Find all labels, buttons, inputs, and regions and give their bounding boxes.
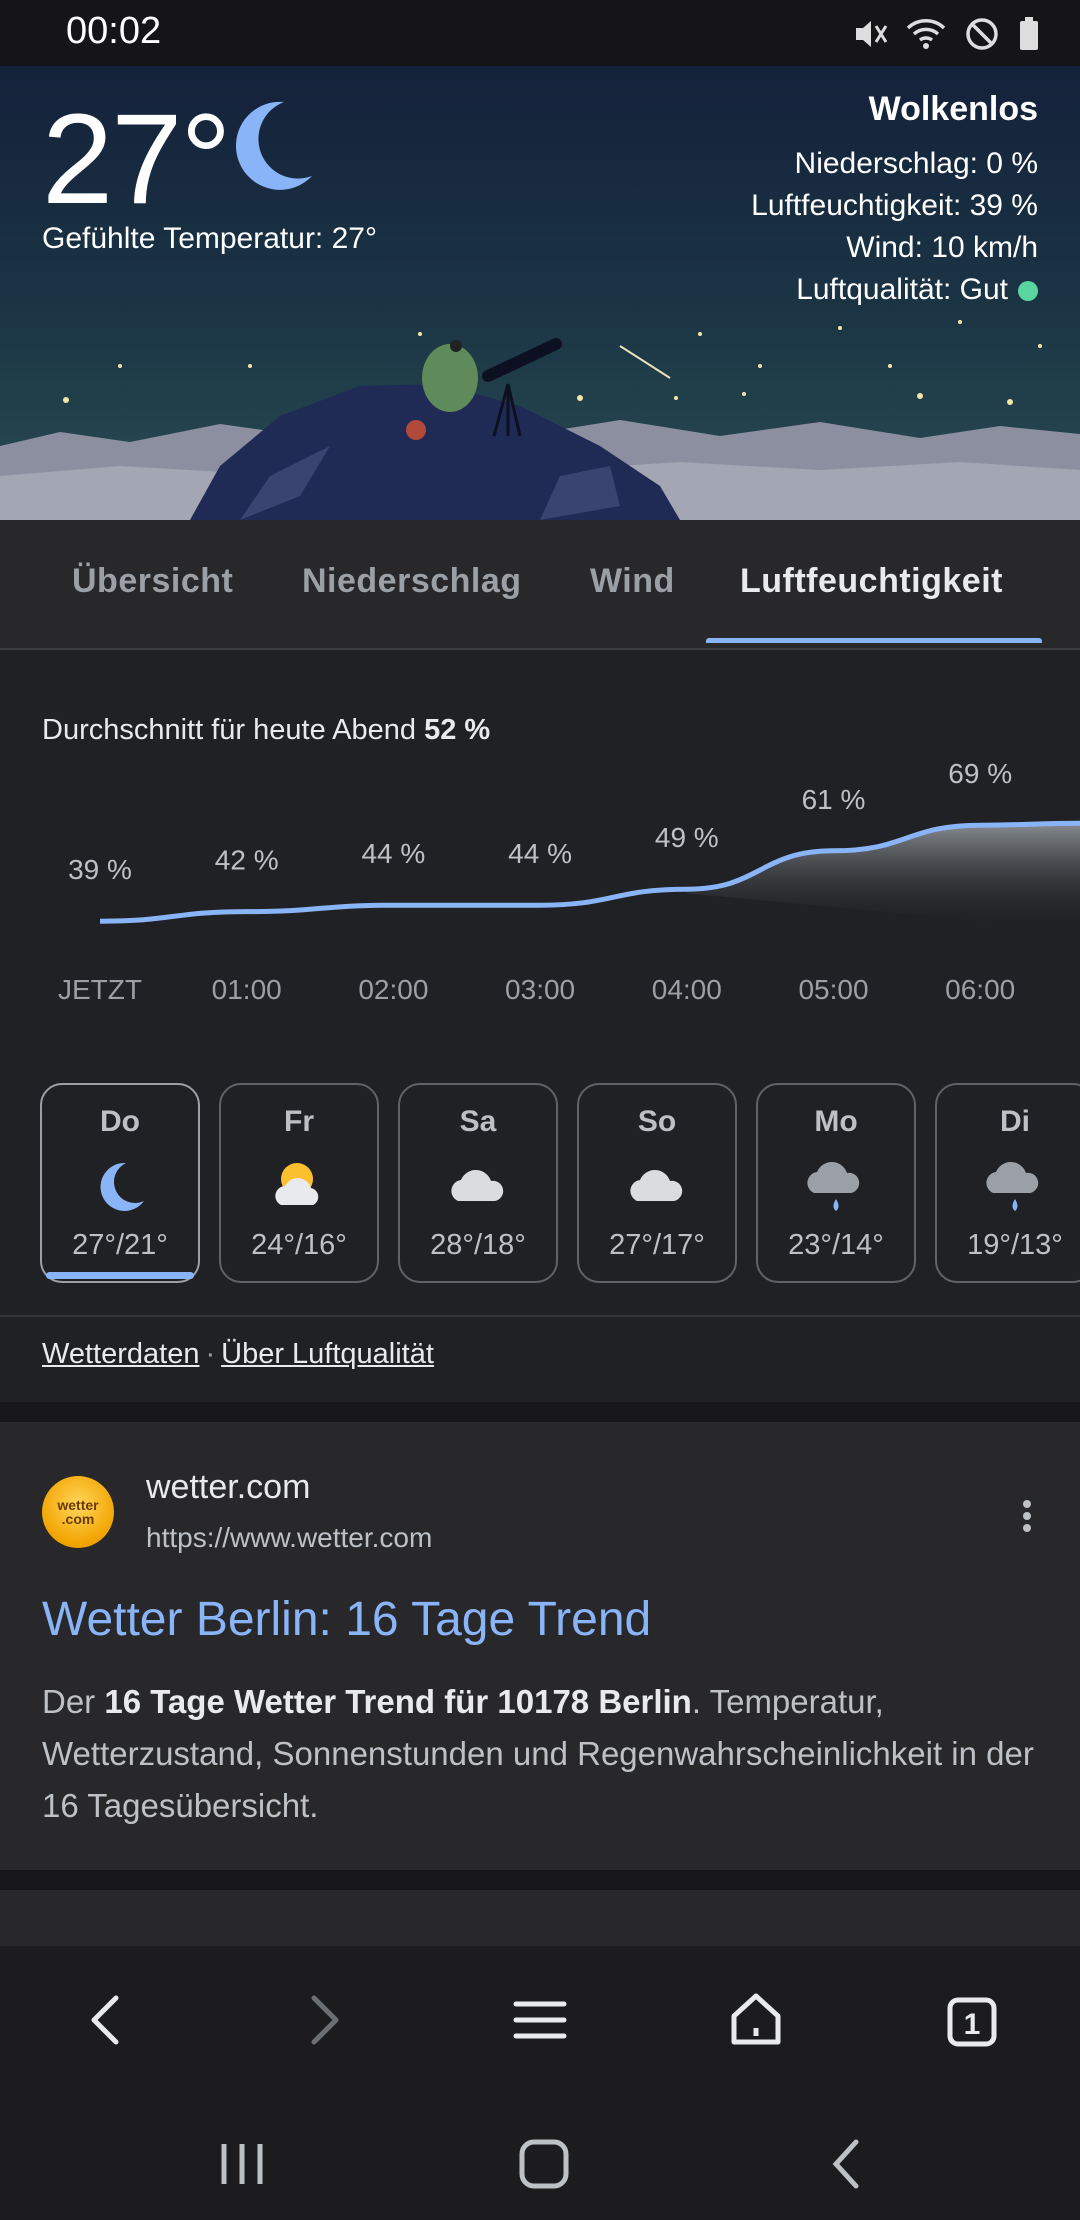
search-result: wetter .com wetter.com https://www.wette… [0, 1422, 1080, 1870]
status-bar: 00:02 [0, 0, 1080, 66]
humidity-value-label: 44 % [508, 838, 572, 869]
more-options-icon[interactable] [1012, 1496, 1042, 1536]
humidity-value-label: 69 % [948, 758, 1012, 789]
hour-label: 03:00 [505, 974, 575, 1005]
link-separator: · [205, 1338, 216, 1370]
cloud-icon [446, 1155, 510, 1215]
divider [0, 1315, 1080, 1317]
wind-value: Wind: 10 km/h [846, 231, 1038, 264]
feels-like: Gefühlte Temperatur: 27° [42, 222, 377, 255]
day-temperatures: 27°/21° [72, 1229, 168, 1261]
day-temperatures: 28°/18° [430, 1229, 526, 1261]
rain-cloud-icon [804, 1155, 868, 1215]
site-name[interactable]: wetter.com [146, 1468, 310, 1507]
day-name: Fr [284, 1105, 314, 1138]
back-icon[interactable] [76, 1988, 140, 2052]
humidity-average: Durchschnitt für heute Abend 52 % [42, 714, 490, 747]
weather-links: Wetterdaten · Über Luftqualität [42, 1338, 434, 1371]
day-card-di[interactable]: Di 19°/13° [935, 1083, 1080, 1283]
sun-cloud-icon [267, 1155, 331, 1215]
day-temperatures: 27°/17° [609, 1229, 705, 1261]
snippet-bold: 16 Tage Wetter Trend für 10178 Berlin [104, 1683, 692, 1720]
active-tab-indicator [706, 638, 1042, 643]
forward-icon[interactable] [290, 1988, 354, 2052]
section-gap [0, 1402, 1080, 1422]
current-temperature: 27° [42, 88, 232, 231]
home-icon[interactable] [724, 1988, 788, 2052]
hour-label: 05:00 [798, 974, 868, 1005]
average-value: 52 % [424, 714, 491, 746]
site-url[interactable]: https://www.wetter.com [146, 1522, 432, 1554]
day-card-fr[interactable]: Fr 24°/16° [219, 1083, 379, 1283]
cloud-icon [625, 1155, 689, 1215]
result-title[interactable]: Wetter Berlin: 16 Tage Trend [42, 1592, 651, 1647]
condition-title: Wolkenlos [868, 90, 1038, 128]
status-time: 00:02 [66, 10, 162, 52]
tab-wind[interactable]: Wind [590, 562, 675, 601]
snippet-pre: Der [42, 1683, 105, 1720]
browser-toolbar: 1 [0, 1946, 1080, 2094]
wifi-icon [906, 19, 946, 49]
hour-label: 04:00 [652, 974, 722, 1005]
battery-icon [1020, 17, 1038, 50]
hour-label: 06:00 [945, 974, 1015, 1005]
humidity-value-label: 49 % [655, 822, 719, 853]
mute-icon [856, 21, 888, 47]
weather-tabs: Übersicht Niederschlag Wind Luftfeuchtig… [0, 520, 1080, 650]
day-name: Di [1000, 1105, 1030, 1138]
moon-icon [88, 1155, 152, 1215]
section-gap [0, 1870, 1080, 1890]
selected-day-indicator [46, 1272, 194, 1279]
day-card-do[interactable]: Do 27°/21° [40, 1083, 200, 1283]
day-name: Mo [814, 1105, 858, 1138]
system-back-icon[interactable] [818, 2136, 878, 2192]
humidity-value-label: 39 % [68, 854, 132, 885]
next-result-peek [0, 1890, 1080, 1946]
air-quality-value: Luftqualität: Gut [796, 273, 1008, 306]
conditions-block: Wolkenlos Niederschlag: 0 % Luftfeuchtig… [751, 90, 1038, 311]
air-quality-link[interactable]: Über Luftqualität [221, 1338, 434, 1370]
average-label: Durchschnitt für heute Abend [42, 714, 417, 746]
weather-data-link[interactable]: Wetterdaten [42, 1338, 199, 1370]
dnd-icon [966, 18, 998, 50]
weather-hero: 27° Gefühlte Temperatur: 27° Wolkenlos N… [0, 66, 1080, 520]
humidity-value-label: 61 % [802, 784, 866, 815]
hour-label: 01:00 [212, 974, 282, 1005]
rain-cloud-icon [983, 1155, 1047, 1215]
result-snippet: Der 16 Tage Wetter Trend für 10178 Berli… [42, 1676, 1042, 1832]
tab-niederschlag[interactable]: Niederschlag [302, 562, 522, 601]
tab-luftfeuchtigkeit[interactable]: Luftfeuchtigkeit [740, 562, 1003, 601]
day-card-so[interactable]: So 27°/17° [577, 1083, 737, 1283]
tab-count: 1 [964, 2008, 981, 2041]
day-temperatures: 19°/13° [967, 1229, 1063, 1261]
tab-uebersicht[interactable]: Übersicht [72, 562, 233, 601]
hour-label: 02:00 [358, 974, 428, 1005]
day-card-mo[interactable]: Mo 23°/14° [756, 1083, 916, 1283]
humidity-value: Luftfeuchtigkeit: 39 % [751, 189, 1038, 222]
moon-icon [235, 101, 312, 190]
home-button-icon[interactable] [514, 2136, 574, 2192]
day-name: Sa [459, 1105, 497, 1138]
tabs-icon[interactable]: 1 [940, 1988, 1004, 2052]
status-icons [852, 12, 1040, 56]
day-temperatures: 23°/14° [788, 1229, 884, 1261]
precipitation-value: Niederschlag: 0 % [794, 147, 1038, 180]
day-card-sa[interactable]: Sa 28°/18° [398, 1083, 558, 1283]
system-navigation-bar [0, 2094, 1080, 2220]
humidity-value-label: 42 % [215, 845, 279, 876]
humidity-chart: 39 % JETZT 42 % 01:00 44 % 02:00 44 % 03:00 49 %… [58, 758, 1080, 1005]
site-favicon: wetter .com [42, 1476, 114, 1548]
favicon-text: wetter .com [57, 1497, 99, 1527]
day-name: So [637, 1105, 677, 1138]
air-quality-indicator [1018, 281, 1038, 302]
hour-label: JETZT [58, 974, 142, 1005]
daily-forecast: Do 27°/21° Fr 24°/16° Sa 28°/18° So 27°/17° Mo 23… [40, 1083, 1080, 1287]
day-temperatures: 24°/16° [251, 1229, 347, 1261]
humidity-value-label: 44 % [361, 838, 425, 869]
menu-icon[interactable] [508, 1988, 572, 2052]
air-quality-row: Luftqualität: Gut [751, 269, 1038, 311]
day-name: Do [100, 1105, 140, 1138]
recent-apps-icon[interactable] [212, 2136, 272, 2192]
